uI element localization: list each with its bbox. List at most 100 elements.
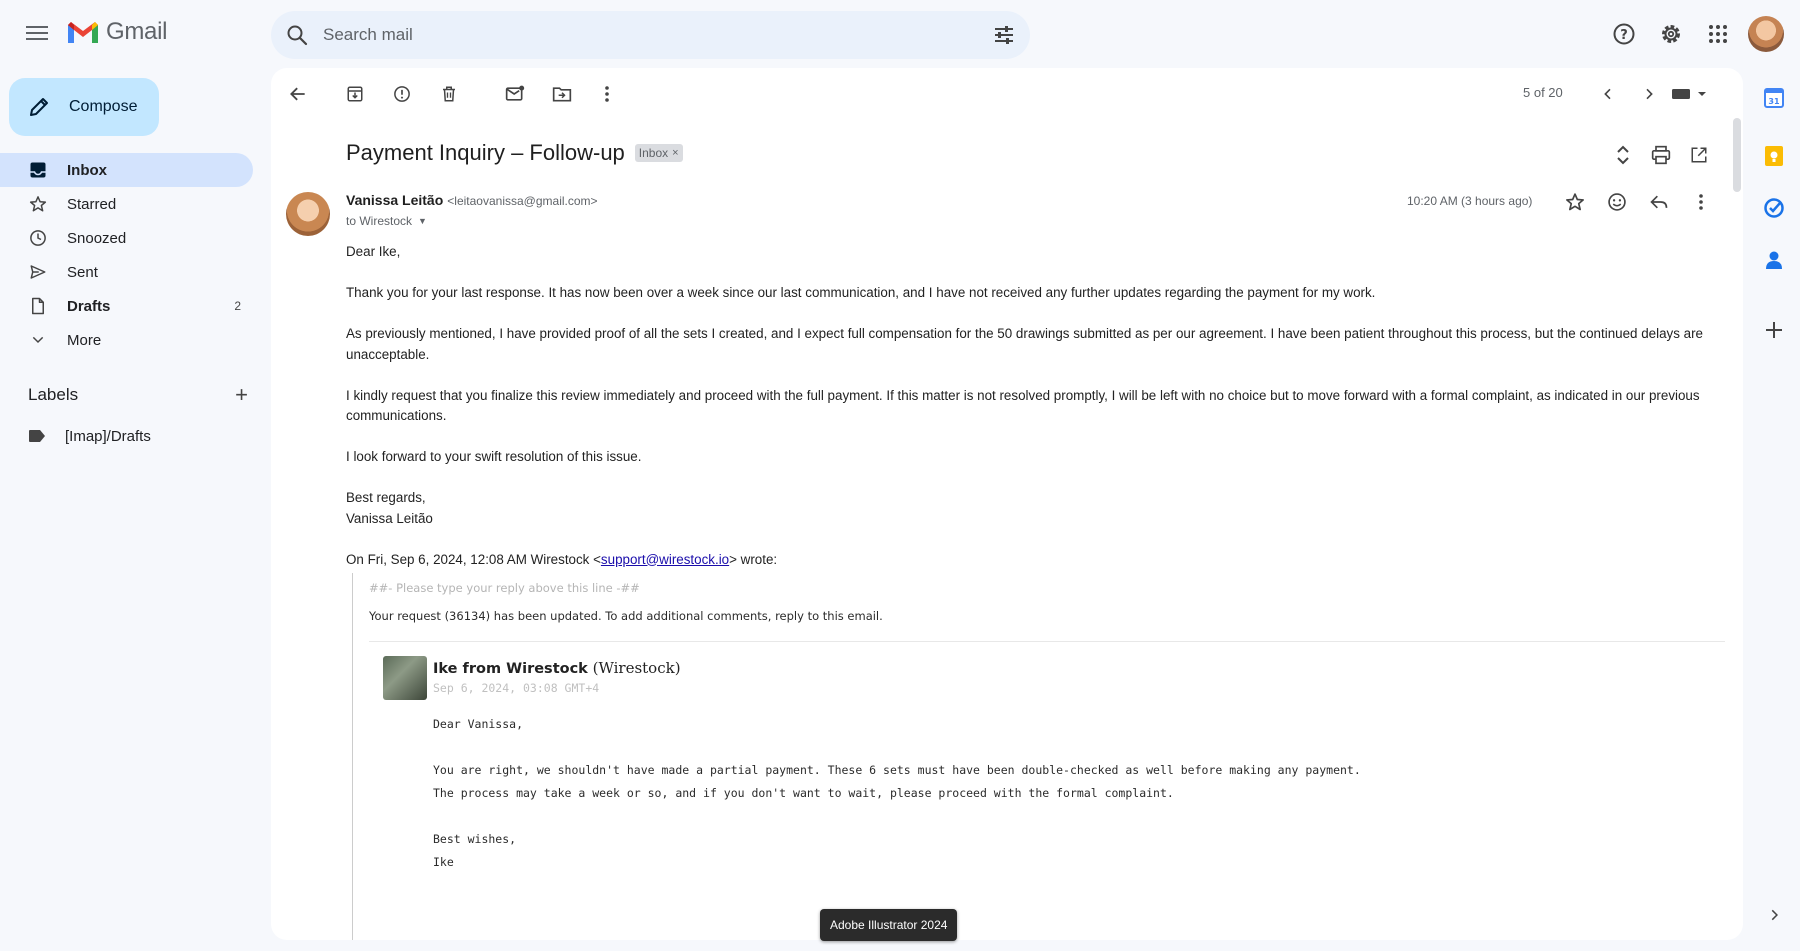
sender-name[interactable]: Vanissa Leitão [346, 192, 443, 208]
sidebar-item-label: Drafts [67, 297, 111, 315]
message-body: Dear Ike, Thank you for your last respon… [346, 242, 1706, 570]
sidebar-item-sent[interactable]: Sent [0, 255, 253, 289]
gmail-m-icon [68, 22, 98, 43]
emoji-react-icon[interactable] [1605, 190, 1629, 214]
taskbar-tooltip: Adobe Illustrator 2024 [820, 909, 958, 941]
attribution-suffix: > wrote: [729, 551, 778, 567]
mark-unread-icon[interactable] [503, 82, 527, 106]
back-arrow-icon[interactable] [286, 82, 310, 106]
apps-grid-icon[interactable] [1698, 14, 1738, 54]
request-update-text: Your request (36134) has been updated. T… [369, 609, 883, 623]
move-to-folder-icon[interactable] [550, 82, 574, 106]
sender-avatar[interactable] [286, 192, 330, 236]
gmail-logo[interactable]: Gmail [66, 18, 167, 46]
star-icon[interactable] [1563, 190, 1587, 214]
gmail-logo-text: Gmail [106, 18, 168, 45]
compose-label: Compose [69, 98, 138, 115]
support-email-link[interactable]: support@wirestock.io [601, 552, 729, 567]
compose-button[interactable]: Compose [9, 78, 159, 136]
search-options-icon[interactable] [992, 23, 1016, 47]
agent-line: The process may take a week or so, and i… [433, 786, 1174, 800]
svg-text:?: ? [1620, 28, 1628, 43]
message-panel: 5 of 20 Payment Inquiry – Follow-up Inbo… [271, 68, 1743, 940]
inbox-icon [28, 160, 48, 180]
sidebar-item-count: 2 [234, 299, 241, 313]
sidebar-item-label: Inbox [67, 161, 107, 179]
body-greeting: Dear Ike, [346, 244, 401, 259]
body-paragraph: I look forward to your swift resolution … [346, 449, 642, 464]
reply-arrow-icon[interactable] [1647, 190, 1671, 214]
get-addons-plus-icon[interactable] [1762, 318, 1786, 342]
agent-signature: Ike [433, 855, 454, 869]
quote-divider [369, 641, 1725, 642]
agent-signoff: Best wishes, [433, 832, 517, 846]
calendar-app-icon[interactable]: 31 [1762, 86, 1786, 110]
email-subject: Payment Inquiry – Follow-up [346, 140, 625, 165]
search-icon[interactable] [285, 23, 309, 47]
contacts-app-icon[interactable] [1762, 248, 1786, 272]
input-tools-keyboard-icon[interactable] [1666, 82, 1714, 106]
newer-chevron-left-icon[interactable] [1596, 82, 1620, 106]
labels-header: Labels + [28, 382, 248, 408]
create-label-plus-icon[interactable]: + [235, 382, 248, 408]
support-icon[interactable]: ? [1604, 14, 1644, 54]
agent-name: Ike from Wirestock [433, 661, 588, 677]
print-icon[interactable] [1649, 143, 1673, 167]
sidebar-item-label: Sent [67, 263, 98, 281]
report-spam-icon[interactable] [390, 82, 414, 106]
account-avatar[interactable] [1748, 16, 1784, 52]
labels-title: Labels [28, 385, 79, 404]
pencil-icon [30, 98, 48, 116]
search-input[interactable] [323, 25, 963, 45]
sidebar-item-snoozed[interactable]: Snoozed [0, 221, 253, 255]
remove-label-close-icon[interactable]: × [672, 147, 678, 159]
reply-separator: ##- Please type your reply above this li… [369, 581, 640, 595]
draft-file-icon [28, 296, 48, 316]
body-paragraph: Thank you for your last response. It has… [346, 285, 1376, 300]
recipient-details[interactable]: to Wirestock ▼ [346, 214, 427, 228]
agent-name-line: Ike from Wirestock (Wirestock) [433, 659, 681, 677]
sidebar-item-inbox[interactable]: Inbox [0, 153, 253, 187]
tasks-app-icon[interactable] [1762, 196, 1786, 220]
agent-line: You are right, we shouldn't have made a … [433, 763, 1361, 777]
archive-icon[interactable] [343, 82, 367, 106]
delete-trash-icon[interactable] [437, 82, 461, 106]
sidebar-item-more[interactable]: More [0, 323, 253, 357]
agent-date: Sep 6, 2024, 03:08 GMT+4 [433, 681, 600, 695]
clock-icon [28, 228, 48, 248]
label-item-text: [Imap]/Drafts [65, 427, 151, 445]
label-item-imap-drafts[interactable]: [Imap]/Drafts [0, 419, 253, 453]
top-right-icons: ? [1597, 14, 1800, 54]
sidebar-item-starred[interactable]: Starred [0, 187, 253, 221]
agent-org: (Wirestock) [592, 659, 681, 677]
sender-line: Vanissa Leitão <leitaovanissa@gmail.com> [346, 192, 598, 208]
message-scrollbar[interactable] [1733, 118, 1741, 192]
quoted-attribution: On Fri, Sep 6, 2024, 12:08 AM Wirestock … [346, 550, 1706, 571]
attribution-prefix: On Fri, Sep 6, 2024, 12:08 AM Wirestock … [346, 551, 601, 567]
inbox-label-chip[interactable]: Inbox × [634, 144, 683, 162]
caret-down-icon: ▼ [418, 216, 427, 226]
body-paragraph: As previously mentioned, I have provided… [346, 326, 1703, 362]
chip-label: Inbox [638, 146, 669, 160]
agent-message: Dear Vanissa, You are right, we shouldn'… [433, 713, 1361, 874]
message-actions [1563, 190, 1731, 214]
chevron-down-icon [28, 330, 48, 350]
expand-all-icon[interactable] [1611, 143, 1635, 167]
sidebar-item-drafts[interactable]: Drafts 2 [0, 289, 253, 323]
keep-app-icon[interactable] [1762, 144, 1786, 168]
older-chevron-right-icon[interactable] [1637, 82, 1661, 106]
label-tag-icon [29, 430, 45, 442]
message-timestamp: 10:20 AM (3 hours ago) [1407, 194, 1533, 208]
sidebar-nav: Inbox Starred Snoozed Sent Drafts 2 More [0, 153, 253, 357]
main-menu-icon[interactable] [24, 22, 50, 48]
open-new-window-icon[interactable] [1687, 143, 1711, 167]
hide-panel-chevron-right-icon[interactable] [1762, 903, 1786, 927]
svg-text:31: 31 [1768, 97, 1780, 106]
star-icon [28, 194, 48, 214]
agent-greeting: Dear Vanissa, [433, 717, 524, 731]
more-vert-icon[interactable] [1689, 190, 1713, 214]
settings-gear-icon[interactable] [1651, 14, 1691, 54]
more-vert-icon[interactable] [595, 82, 619, 106]
top-bar: Gmail ? [0, 0, 1800, 70]
body-signoff: Best regards, [346, 490, 426, 505]
